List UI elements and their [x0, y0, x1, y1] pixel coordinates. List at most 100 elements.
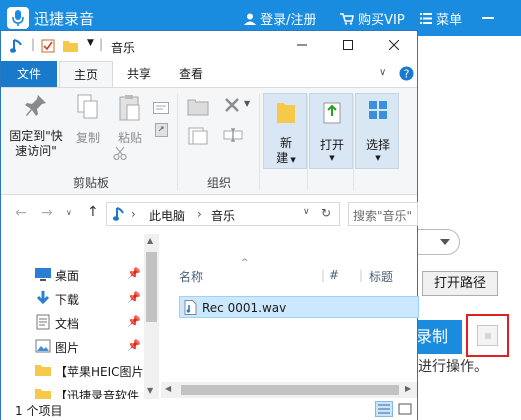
- address-box[interactable]: › 此电脑 › 音乐 ∨ ↻: [106, 202, 340, 226]
- pinned-icon: 📌: [127, 339, 141, 352]
- menu-link[interactable]: 菜单: [420, 9, 462, 28]
- select-all-icon: [369, 101, 387, 119]
- recorder-tip-text: 进行操作。: [418, 359, 488, 375]
- ribbon-tabs: 文件 主页 共享 查看 ∨ ?: [1, 61, 417, 87]
- record-label: 录制: [416, 327, 449, 346]
- scroll-left-icon[interactable]: ◀: [165, 384, 171, 393]
- rename-icon[interactable]: [223, 128, 243, 142]
- scroll-right-icon[interactable]: ▶: [405, 384, 411, 393]
- nav-item-documents[interactable]: 文档 📌: [1, 310, 161, 334]
- copy-to-icon[interactable]: [187, 126, 209, 146]
- details-view-icon: [378, 404, 390, 414]
- stop-icon: [477, 325, 498, 346]
- horizontal-scrollbar[interactable]: ◀ ▶: [161, 382, 417, 398]
- file-row[interactable]: Rec 0001.wav: [179, 296, 419, 318]
- explorer-titlebar: | ▼ | 音乐: [1, 31, 417, 61]
- maximize-button[interactable]: [325, 31, 371, 61]
- up-arrow-icon[interactable]: ↑: [87, 204, 99, 220]
- nav-item-desktop[interactable]: 桌面 📌: [1, 262, 161, 286]
- tab-home[interactable]: 主页: [59, 61, 113, 87]
- back-arrow-icon[interactable]: ←: [15, 205, 27, 221]
- download-icon: [36, 291, 50, 305]
- recent-locations-icon[interactable]: ∨: [66, 208, 72, 217]
- paste-shortcut-icon[interactable]: [155, 122, 168, 137]
- scrollbar-thumb[interactable]: [181, 385, 399, 395]
- open-button[interactable]: 打开 ▼: [309, 93, 353, 169]
- recorder-minimize-button[interactable]: [482, 17, 494, 19]
- minimize-icon: [297, 44, 307, 46]
- ribbon-home: 固定到"快 速访问" 复制 粘贴 剪贴板 ▼ 组织 新 建 ▼ 打开 ▼ 选择 …: [1, 87, 417, 195]
- open-path-button[interactable]: 打开路径: [422, 271, 498, 296]
- tab-share[interactable]: 共享: [113, 61, 165, 87]
- column-header-name[interactable]: 名称: [179, 268, 203, 285]
- pin-quick-access-button[interactable]: 固定到"快 速访问": [7, 94, 65, 159]
- status-bar: 1 个项目: [1, 399, 417, 420]
- svg-text:?: ?: [404, 68, 410, 81]
- nav-item-folder[interactable]: 【苹果HEIC图片: [1, 358, 161, 382]
- minimize-button[interactable]: [279, 31, 325, 61]
- maximize-icon: [343, 40, 353, 50]
- address-bar-row: ← → ∨ ↑ › 此电脑 › 音乐 ∨ ↻ 搜索"音乐": [1, 196, 418, 234]
- address-dropdown-icon[interactable]: ∨: [303, 207, 310, 217]
- properties-icon[interactable]: [41, 39, 55, 53]
- new-folder-icon[interactable]: [63, 39, 79, 53]
- large-icons-view-button[interactable]: [396, 401, 414, 417]
- nav-item-pictures[interactable]: 图片 📌: [1, 334, 161, 358]
- new-label-line2: 建: [276, 151, 289, 165]
- paste-button[interactable]: 粘贴: [113, 94, 147, 146]
- screen: 迅捷录音 登录/注册 购买VIP 菜单 打开路径 录制 进行操作。 | ▼ | …: [0, 0, 521, 420]
- stop-button[interactable]: [466, 314, 509, 357]
- paste-icon: [119, 95, 140, 121]
- desktop-icon: [35, 268, 51, 281]
- file-list-pane: ^ 名称 | # | 标题 Rec 0001.wav ◀ ▶: [161, 234, 419, 399]
- column-header-title[interactable]: 标题: [369, 268, 393, 285]
- format-select[interactable]: [418, 229, 460, 255]
- select-button[interactable]: 选择 ▼: [355, 93, 399, 169]
- move-to-icon[interactable]: [187, 96, 209, 116]
- cut-icon[interactable]: [113, 146, 127, 160]
- copy-path-icon[interactable]: [153, 102, 169, 114]
- sort-ascending-icon: ^: [241, 258, 249, 268]
- close-icon: [388, 39, 400, 51]
- refresh-icon[interactable]: ↻: [321, 206, 331, 220]
- breadcrumb-this-pc[interactable]: 此电脑: [149, 207, 185, 224]
- ribbon-expand-icon[interactable]: ∨: [379, 67, 386, 78]
- copy-button[interactable]: 复制: [71, 94, 105, 146]
- file-explorer-window: | ▼ | 音乐 文件 主页 共享 查看 ∨ ? 固定到"快 速访问" 复制 粘…: [0, 30, 419, 420]
- record-button[interactable]: 录制: [412, 320, 462, 354]
- menu-label: 菜单: [436, 13, 463, 28]
- recorder-app-name: 迅捷录音: [34, 10, 95, 28]
- delete-dropdown-icon[interactable]: ▼: [244, 99, 250, 108]
- column-header-number[interactable]: #: [329, 268, 339, 282]
- tab-file[interactable]: 文件: [1, 61, 57, 87]
- breadcrumb-music[interactable]: 音乐: [211, 207, 235, 224]
- buy-vip-label: 购买VIP: [358, 13, 405, 28]
- scroll-up-icon[interactable]: ▲: [147, 236, 153, 245]
- scrollbar-thumb[interactable]: [146, 252, 157, 322]
- item-count: 1 个项目: [15, 404, 63, 418]
- nav-item-label: 文档: [55, 317, 80, 331]
- tab-view[interactable]: 查看: [165, 61, 217, 87]
- login-link[interactable]: 登录/注册: [244, 9, 317, 28]
- delete-icon[interactable]: [225, 98, 239, 112]
- nav-item-downloads[interactable]: 下载 📌: [1, 286, 161, 310]
- details-view-button[interactable]: [375, 401, 393, 417]
- quick-access-dropdown-icon[interactable]: ▼: [87, 38, 94, 48]
- new-label-line1: 新: [279, 136, 292, 150]
- file-name: Rec 0001.wav: [202, 301, 287, 315]
- open-label: 打开: [319, 138, 344, 152]
- nav-scrollbar[interactable]: ▲ ▼: [144, 234, 159, 399]
- search-input[interactable]: 搜索"音乐": [348, 202, 418, 226]
- pin-icon: [25, 95, 46, 116]
- pin-label-line1: 固定到"快: [9, 129, 63, 143]
- buy-vip-link[interactable]: 购买VIP: [340, 9, 405, 28]
- scroll-down-icon[interactable]: ▼: [147, 386, 153, 395]
- chevron-down-icon: [440, 239, 450, 245]
- help-icon[interactable]: ?: [399, 66, 414, 81]
- close-button[interactable]: [371, 31, 417, 61]
- organize-group-label: 组织: [206, 176, 231, 190]
- copy-icon: [77, 94, 98, 119]
- audio-file-icon: [184, 300, 197, 315]
- forward-arrow-icon[interactable]: →: [41, 205, 53, 221]
- new-button[interactable]: 新 建 ▼: [263, 93, 307, 169]
